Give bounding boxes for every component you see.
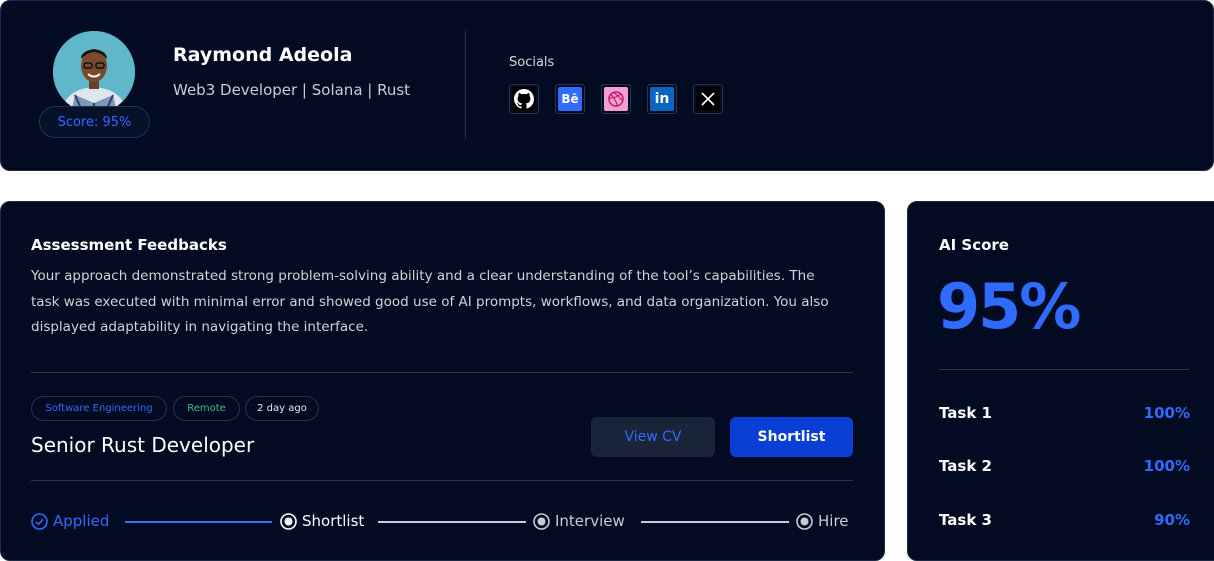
- task-score: 90%: [1154, 511, 1190, 529]
- github-link[interactable]: [509, 84, 539, 114]
- step-applied[interactable]: Applied: [31, 512, 109, 530]
- task-label: Task 3: [939, 511, 992, 529]
- step-hire[interactable]: Hire: [796, 512, 849, 530]
- dribbble-icon: [604, 87, 628, 111]
- step-interview[interactable]: Interview: [533, 512, 625, 530]
- behance-link[interactable]: Bē: [555, 84, 585, 114]
- task-label: Task 1: [939, 404, 992, 422]
- assessment-title: Assessment Feedbacks: [31, 236, 227, 254]
- tag-department: Software Engineering: [31, 396, 167, 421]
- view-cv-button[interactable]: View CV: [591, 417, 715, 457]
- linkedin-link[interactable]: in: [647, 84, 677, 114]
- divider: [31, 372, 853, 373]
- ai-score-card: [907, 201, 1214, 561]
- step-connector: [641, 521, 789, 523]
- step-connector: [125, 521, 272, 523]
- shortlist-button[interactable]: Shortlist: [730, 417, 853, 457]
- candidate-name: Raymond Adeola: [173, 44, 353, 66]
- score-badge: Score: 95%: [39, 106, 150, 138]
- divider: [465, 31, 466, 139]
- task-label: Task 2: [939, 457, 992, 475]
- ai-score-title: AI Score: [939, 236, 1009, 254]
- divider: [939, 369, 1190, 370]
- github-icon: [512, 87, 536, 111]
- step-label: Hire: [818, 512, 849, 530]
- step-label: Shortlist: [302, 512, 365, 530]
- radio-icon: [280, 512, 297, 530]
- step-label: Interview: [555, 512, 625, 530]
- x-link[interactable]: [693, 84, 723, 114]
- step-shortlist[interactable]: Shortlist: [280, 512, 364, 530]
- socials-label: Socials: [509, 55, 555, 70]
- linkedin-icon: in: [650, 87, 674, 111]
- task-score: 100%: [1143, 404, 1190, 422]
- check-circle-icon: [31, 512, 48, 530]
- step-label: Applied: [53, 512, 110, 530]
- x-icon: [696, 87, 720, 111]
- assessment-feedback: Your approach demonstrated strong proble…: [31, 268, 829, 335]
- candidate-role: Web3 Developer | Solana | Rust: [173, 81, 411, 99]
- task-score: 100%: [1143, 457, 1190, 475]
- job-title: Senior Rust Developer: [31, 433, 255, 457]
- tag-location: Remote: [173, 396, 240, 421]
- assessment-card: [0, 201, 885, 561]
- radio-icon: [796, 512, 813, 530]
- radio-icon: [533, 512, 550, 530]
- tag-posted: 2 day ago: [245, 396, 319, 421]
- step-connector: [378, 521, 526, 523]
- avatar: [53, 31, 135, 113]
- ai-score-value: 95%: [937, 270, 1081, 343]
- dribbble-link[interactable]: [601, 84, 631, 114]
- behance-icon: Bē: [558, 87, 582, 111]
- divider: [31, 480, 853, 481]
